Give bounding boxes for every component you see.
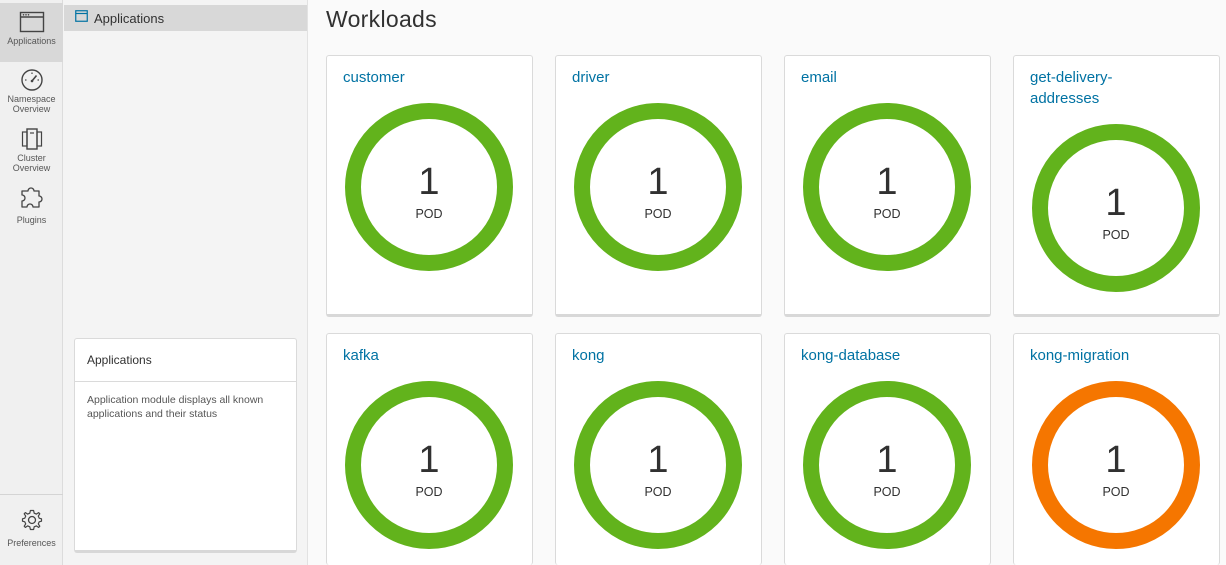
subnav-item-applications[interactable]: Applications (64, 5, 307, 31)
pod-unit-label: POD (873, 207, 900, 221)
workload-name: customer (343, 69, 405, 86)
pod-status-ring: 1 POD (1032, 124, 1200, 292)
puzzle-piece-icon (19, 185, 45, 209)
pod-unit-label: POD (415, 485, 442, 499)
workload-card-kafka[interactable]: kafka 1 POD (326, 333, 533, 565)
rail-item-plugins[interactable]: Plugins (0, 185, 63, 225)
dashboard-gauge-icon (19, 68, 45, 92)
workload-card-email[interactable]: email 1 POD (784, 55, 991, 317)
pod-unit-label: POD (1102, 228, 1129, 242)
pod-unit-label: POD (644, 485, 671, 499)
workload-card-kong[interactable]: kong 1 POD (555, 333, 762, 565)
pod-status-ring: 1 POD (803, 103, 971, 271)
rail-item-namespace-overview[interactable]: Namespace Overview (0, 68, 63, 114)
workload-name: email (801, 69, 837, 86)
pod-status-ring: 1 POD (345, 381, 513, 549)
workload-name: get-delivery-addresses (1030, 69, 1113, 107)
workload-name: kong (572, 347, 605, 364)
workload-card-customer[interactable]: customer 1 POD (326, 55, 533, 317)
rail-item-label: Namespace Overview (7, 94, 56, 114)
pod-unit-label: POD (873, 485, 900, 499)
page-title: Workloads (326, 6, 437, 32)
subnav-item-label: Applications (94, 10, 165, 26)
pod-status-ring: 1 POD (574, 103, 742, 271)
help-card-body: Application module displays all known ap… (87, 394, 264, 420)
pod-unit-label: POD (415, 207, 442, 221)
workload-name: kafka (343, 347, 379, 364)
workload-name: kong-database (801, 347, 901, 364)
rail-item-preferences[interactable]: Preferences (0, 508, 63, 548)
pod-count: 1 (876, 439, 897, 481)
pod-count: 1 (647, 439, 668, 481)
workload-card-kong-database[interactable]: kong-database 1 POD (784, 333, 991, 565)
pod-count: 1 (418, 161, 439, 203)
rail-item-label: Applications (7, 36, 56, 46)
pod-status-ring: 1 POD (803, 381, 971, 549)
pod-unit-label: POD (644, 207, 671, 221)
rail-item-label: Plugins (16, 215, 47, 225)
rail-item-label: Cluster Overview (12, 153, 51, 173)
rail-item-label: Preferences (7, 538, 56, 548)
pod-count: 1 (1105, 182, 1126, 224)
workloads-panel: Workloads customer 1 POD driver 1 POD em… (308, 0, 1226, 565)
workload-card-kong-migration[interactable]: kong-migration 1 POD (1013, 333, 1220, 565)
workload-card-get-delivery-addresses[interactable]: get-delivery-addresses 1 POD (1013, 55, 1220, 317)
pod-count: 1 (647, 161, 668, 203)
cluster-icon (19, 127, 45, 151)
help-card: Applications Application module displays… (74, 338, 297, 553)
pod-status-ring: 1 POD (345, 103, 513, 271)
pod-count: 1 (876, 161, 897, 203)
pod-status-ring: 1 POD (1032, 381, 1200, 549)
rail-item-applications[interactable]: Applications (0, 3, 63, 62)
workload-name: driver (572, 69, 610, 86)
browser-window-icon (19, 10, 45, 34)
pod-count: 1 (418, 439, 439, 481)
app-window: Applications Namespace Overview Cluster … (0, 0, 1226, 565)
pod-count: 1 (1105, 439, 1126, 481)
browser-window-icon (75, 9, 88, 27)
help-card-title: Applications (75, 339, 296, 382)
workload-card-driver[interactable]: driver 1 POD (555, 55, 762, 317)
rail-item-cluster-overview[interactable]: Cluster Overview (0, 127, 63, 173)
workload-name: kong-migration (1030, 347, 1130, 364)
rail-divider (0, 494, 63, 495)
gear-icon (19, 508, 45, 532)
pod-status-ring: 1 POD (574, 381, 742, 549)
pod-unit-label: POD (1102, 485, 1129, 499)
icon-rail: Applications Namespace Overview Cluster … (0, 0, 63, 565)
